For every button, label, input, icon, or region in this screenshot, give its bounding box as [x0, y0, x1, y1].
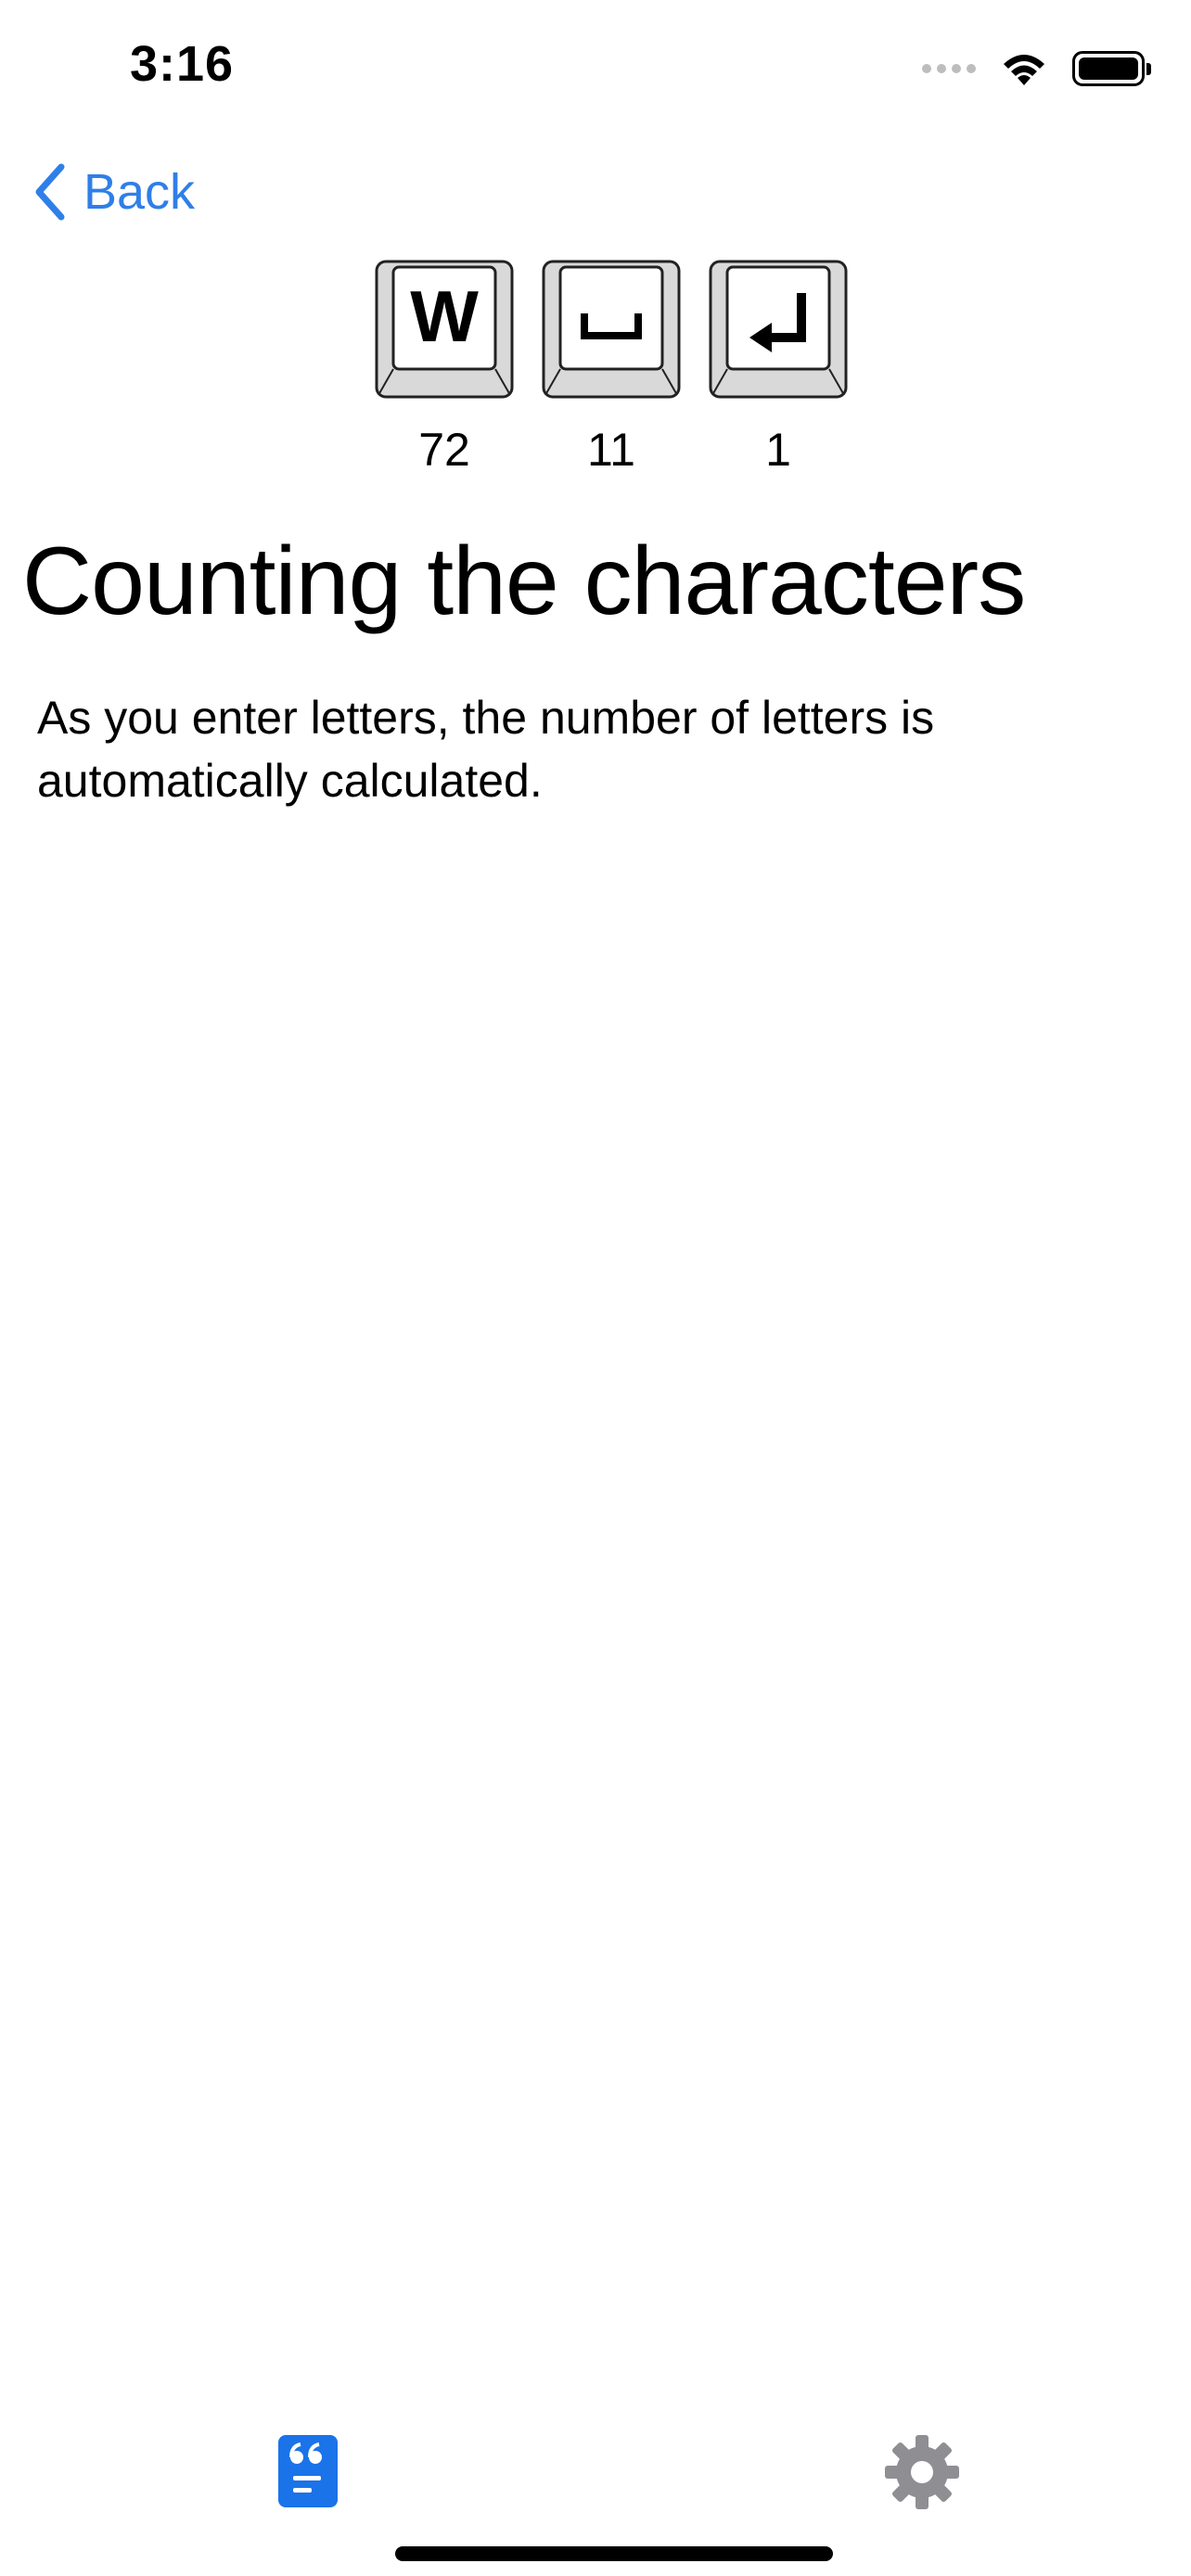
status-bar: 3:16	[0, 0, 1191, 139]
wifi-icon	[1004, 55, 1044, 85]
return-key-icon	[709, 260, 848, 399]
letter-counter: W 72	[375, 260, 514, 477]
home-indicator[interactable]	[395, 2546, 833, 2561]
back-button[interactable]: Back	[33, 163, 195, 221]
space-count: 11	[587, 424, 635, 476]
character-counters: W 72 11 1	[375, 260, 848, 477]
letter-key-icon: W	[375, 260, 514, 399]
svg-text:W: W	[410, 275, 479, 357]
space-counter: 11	[542, 260, 681, 477]
return-counter: 1	[709, 260, 848, 477]
return-count: 1	[765, 424, 791, 476]
status-icons	[922, 45, 1151, 93]
battery-icon	[1072, 51, 1151, 86]
page-description: As you enter letters, the number of lett…	[37, 692, 935, 807]
page-title: Counting the characters	[22, 528, 1026, 635]
text-document-icon	[278, 2435, 338, 2507]
tab-bar	[0, 2411, 1191, 2531]
space-key-icon	[542, 260, 681, 399]
letter-count: 72	[418, 424, 470, 476]
tab-settings[interactable]	[885, 2435, 959, 2509]
chevron-left-icon	[35, 163, 65, 221]
cellular-signal-icon	[922, 64, 976, 73]
gear-icon	[885, 2435, 959, 2509]
status-time: 3:16	[130, 36, 235, 92]
tab-text[interactable]	[278, 2435, 338, 2507]
back-label: Back	[83, 164, 196, 220]
